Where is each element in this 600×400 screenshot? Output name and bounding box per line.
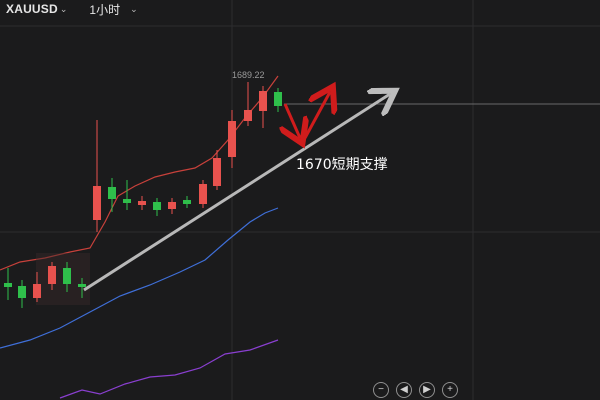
zoom-in-button[interactable]: + <box>442 382 458 398</box>
candle <box>123 199 131 203</box>
moving-average-short <box>0 75 279 271</box>
zoom-out-button[interactable]: − <box>373 382 389 398</box>
candle <box>108 187 116 199</box>
candle <box>244 110 252 121</box>
moving-average-long <box>59 339 279 399</box>
candle <box>228 121 236 157</box>
trend-arrow <box>83 94 390 292</box>
candle <box>168 202 176 209</box>
candle <box>259 91 267 111</box>
candle <box>153 202 161 210</box>
support-annotation: 1670短期支撑 <box>296 157 388 173</box>
candle <box>63 268 71 284</box>
candle <box>138 201 146 205</box>
candle <box>78 284 86 287</box>
high-price-label: 1689.22 <box>232 70 265 80</box>
candle <box>18 286 26 298</box>
candle <box>4 283 12 287</box>
scroll-right-button[interactable]: ▶ <box>419 382 435 398</box>
projection-down-arrow <box>285 103 300 138</box>
price-chart[interactable] <box>0 0 600 400</box>
candle <box>213 158 221 186</box>
projection-up-arrow <box>303 92 330 139</box>
chart-controls: − ◀ ▶ + <box>373 382 458 398</box>
scroll-left-button[interactable]: ◀ <box>396 382 412 398</box>
candle <box>33 284 41 298</box>
candle <box>48 266 56 284</box>
candle <box>183 200 191 204</box>
candle <box>274 92 282 106</box>
candle <box>93 186 101 220</box>
candle <box>199 184 207 204</box>
